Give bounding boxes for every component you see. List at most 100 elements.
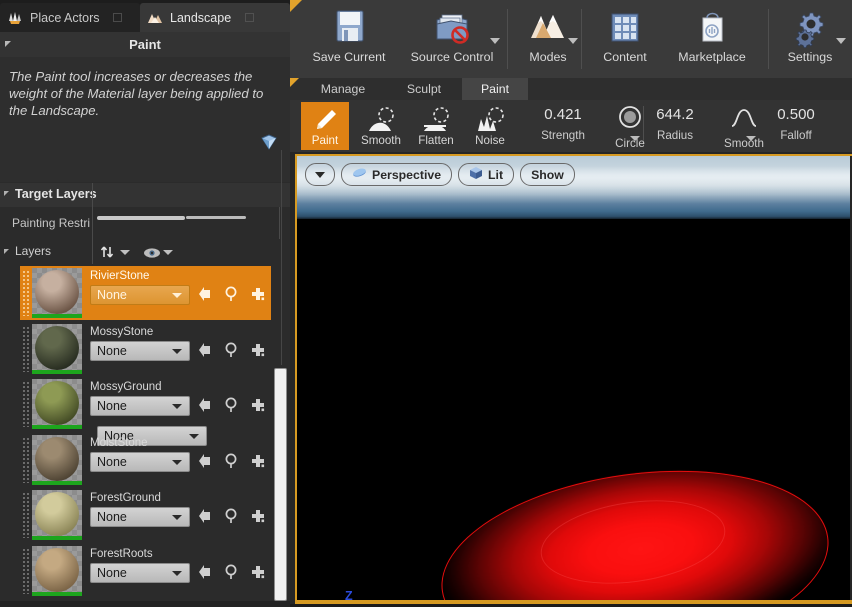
chevron-down-icon	[172, 515, 182, 520]
layer-name-label: MossyGround	[90, 381, 162, 393]
dropdown-value: None	[97, 399, 127, 413]
falloff-param[interactable]: 0.500 Falloff	[760, 106, 832, 142]
chevron-down-icon[interactable]	[490, 38, 500, 44]
target-layers-list[interactable]: RivierStone None MossyStone None MossyGround…	[0, 266, 290, 601]
add-plus-icon[interactable]	[250, 564, 267, 585]
layer-weight-bar	[32, 480, 82, 485]
drag-handle-icon[interactable]	[22, 547, 31, 594]
material-thumbnail[interactable]	[32, 268, 82, 318]
viewport-options-menu[interactable]	[305, 163, 335, 186]
tab-paint[interactable]: Paint	[462, 78, 528, 100]
chevron-down-icon[interactable]	[746, 136, 756, 141]
layer-row-mossystone[interactable]: MossyStone None	[20, 322, 271, 376]
search-icon[interactable]	[224, 508, 241, 529]
landscape-mode-tabs: Manage Sculpt Paint	[290, 78, 852, 100]
search-icon[interactable]	[224, 342, 241, 363]
chevron-down-icon[interactable]	[120, 250, 130, 255]
toolbar-content[interactable]: Content	[590, 6, 660, 72]
drag-handle-icon[interactable]	[22, 270, 31, 316]
drag-handle-icon[interactable]	[22, 492, 31, 538]
back-arrow-icon[interactable]	[198, 453, 215, 474]
target-layers-header[interactable]: Target Layers	[0, 183, 290, 207]
tool-smooth[interactable]: Smooth	[357, 102, 405, 150]
layer-material-dropdown[interactable]: None	[90, 562, 190, 583]
level-viewport[interactable]: Z X Y ?	[295, 154, 852, 602]
toolbar-settings[interactable]: Settings	[777, 6, 843, 72]
layer-row-forestground[interactable]: ForestGround None	[20, 488, 271, 542]
strength-param[interactable]: 0.421 Strength	[528, 106, 598, 142]
material-thumbnail[interactable]	[32, 434, 82, 485]
layer-material-dropdown[interactable]: None	[90, 507, 190, 527]
back-arrow-icon[interactable]	[198, 508, 215, 529]
layer-row-moiststone[interactable]: MoistStone None	[20, 433, 271, 487]
add-plus-icon[interactable]	[250, 453, 267, 474]
landscape-terrain[interactable]: Z X Y ?	[297, 219, 850, 600]
flatten-tool-icon	[419, 107, 453, 134]
layer-material-dropdown[interactable]: None	[90, 451, 190, 472]
eye-icon[interactable]	[143, 246, 161, 264]
back-arrow-icon[interactable]	[198, 564, 215, 585]
brush-cursor-overlay	[429, 447, 841, 600]
search-icon[interactable]	[224, 397, 241, 418]
vertical-scrollbar[interactable]	[274, 368, 287, 601]
chevron-down-icon[interactable]	[163, 250, 173, 255]
camera-mode-label: Perspective	[372, 167, 442, 182]
chevron-down-icon[interactable]	[836, 38, 846, 44]
layer-material-dropdown[interactable]: None	[90, 340, 190, 361]
back-arrow-icon[interactable]	[198, 397, 215, 418]
layer-row-mossyground[interactable]: MossyGround None	[20, 377, 271, 431]
toolbar-divider	[507, 9, 508, 69]
collapse-triangle-icon[interactable]	[4, 191, 9, 196]
material-thumbnail[interactable]	[32, 545, 82, 596]
search-icon[interactable]	[224, 453, 241, 474]
drag-handle-icon[interactable]	[22, 325, 31, 372]
radius-value: 644.2	[656, 106, 694, 123]
layer-row-forestroots[interactable]: ForestRoots None	[20, 544, 271, 598]
layer-row-rivierstone[interactable]: RivierStone None	[20, 266, 271, 320]
add-plus-icon[interactable]	[250, 342, 267, 363]
tab-sculpt[interactable]: Sculpt	[386, 78, 462, 100]
toolbar-label: Save Current	[312, 50, 386, 64]
chevron-down-icon[interactable]	[568, 38, 578, 44]
paint-brush-icon	[308, 107, 342, 134]
tab-landscape[interactable]: Landscape	[140, 3, 290, 32]
material-thumbnail[interactable]	[32, 323, 82, 374]
smooth-falloff-icon	[729, 106, 759, 132]
tool-label: Paint	[311, 134, 339, 147]
tab-manage[interactable]: Manage	[300, 78, 386, 100]
drag-handle-icon[interactable]	[22, 436, 31, 483]
close-icon[interactable]	[113, 13, 123, 22]
toolbar-save-current[interactable]: Save Current	[300, 6, 398, 72]
close-icon[interactable]	[245, 13, 255, 22]
view-mode-label: Lit	[488, 167, 504, 182]
target-layers-title: Target Layers	[15, 187, 97, 201]
page-title: Paint	[129, 37, 161, 52]
add-plus-icon[interactable]	[250, 508, 267, 529]
paint-section-header[interactable]: Paint	[0, 32, 290, 57]
view-mode-button[interactable]: Lit	[458, 163, 515, 186]
show-menu-button[interactable]: Show	[520, 163, 575, 186]
panel-right-splitter[interactable]	[281, 150, 282, 365]
back-arrow-icon[interactable]	[198, 342, 215, 363]
material-thumbnail[interactable]	[32, 379, 82, 429]
camera-mode-button[interactable]: Perspective	[341, 163, 453, 186]
material-thumbnail[interactable]	[32, 490, 82, 540]
tool-noise[interactable]: Noise	[466, 102, 514, 150]
radius-param[interactable]: 644.2 Radius	[638, 106, 712, 142]
tool-flatten[interactable]: Flatten	[412, 102, 460, 150]
back-arrow-icon[interactable]	[198, 286, 215, 307]
add-plus-icon[interactable]	[250, 397, 267, 418]
sort-arrows-icon[interactable]	[100, 244, 116, 265]
collapse-triangle-icon[interactable]	[5, 41, 11, 47]
tool-paint[interactable]: Paint	[301, 102, 349, 150]
search-icon[interactable]	[224, 564, 241, 585]
drag-handle-icon[interactable]	[22, 381, 31, 427]
layer-material-dropdown[interactable]: None	[90, 396, 190, 416]
tab-place-actors[interactable]: Place Actors	[0, 3, 140, 32]
add-plus-icon[interactable]	[250, 286, 267, 307]
toolbar-marketplace[interactable]: Marketplace	[660, 6, 764, 72]
layer-weight-bar	[32, 425, 82, 429]
layer-material-dropdown[interactable]: None	[90, 285, 190, 305]
collapse-triangle-icon[interactable]	[4, 249, 9, 254]
search-icon[interactable]	[224, 286, 241, 307]
